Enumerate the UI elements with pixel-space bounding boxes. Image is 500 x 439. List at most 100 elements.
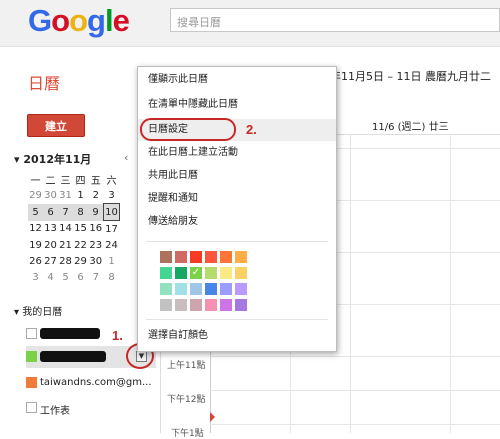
day-cell[interactable]: 27 [43,253,58,269]
color-swatch[interactable] [175,299,187,311]
my-calendars-title: 我的日曆 [22,307,63,318]
color-swatch[interactable] [235,267,247,279]
logo-letter: e [112,3,130,38]
google-logo[interactable]: Google [28,3,130,39]
day-cell[interactable]: 24 [104,237,120,253]
day-cell-today[interactable]: 10 [103,203,120,221]
color-swatch[interactable] [190,283,202,295]
color-swatch-selected[interactable]: ✓ [190,267,202,279]
day-cell[interactable]: 15 [73,221,88,238]
calendar-label: taiwandns.com@gm... [40,377,152,388]
weekday-label: 四 [75,175,86,187]
day-cell[interactable]: 9 [88,203,104,221]
day-cell[interactable]: 30 [88,253,104,269]
day-cell[interactable]: 8 [104,269,120,285]
calendar-checkbox[interactable] [26,402,37,413]
logo-letter: l [104,3,114,38]
mini-calendar-title[interactable]: ▾ 2012年11月 [14,151,91,167]
grid-row-line [210,356,500,357]
day-cell[interactable]: 6 [43,203,58,221]
annotation-circle-2 [140,118,236,141]
grid-row-line [210,424,500,425]
menu-item-custom-color[interactable]: 選擇自訂顏色 [138,325,336,347]
day-cell[interactable]: 21 [58,237,73,253]
menu-divider [146,319,328,320]
week-row: 12 13 14 15 16 17 [28,221,120,238]
annotation-label-1: 1. [112,328,123,343]
day-cell[interactable]: 1 [104,253,120,269]
mini-calendar-month: 2012年11月 [23,153,92,166]
menu-divider [146,241,328,242]
color-swatch[interactable] [190,299,202,311]
calendar-item-2[interactable] [26,349,136,365]
day-cell[interactable]: 14 [58,221,73,238]
color-swatch[interactable] [160,267,172,279]
day-header-label[interactable]: 11/6 (週二) 廿三 [372,118,449,133]
my-calendars-header[interactable]: ▾ 我的日曆 [14,303,62,318]
day-cell[interactable]: 17 [104,221,120,238]
menu-item-reminders[interactable]: 提醒和通知 [138,188,336,210]
color-swatch[interactable] [205,251,217,263]
color-swatch[interactable] [175,251,187,263]
prev-month-icon[interactable]: ‹ [124,151,128,164]
color-swatch[interactable] [160,283,172,295]
day-cell[interactable]: 12 [28,221,43,238]
search-input[interactable]: 搜尋日曆 [170,8,500,32]
weekday-label: 一 [30,175,41,187]
logo-letter: g [87,3,106,38]
calendar-item-3[interactable]: taiwandns.com@gm... [26,375,166,391]
day-cell[interactable]: 16 [88,221,104,238]
day-cell[interactable]: 31 [58,187,73,204]
annotation-label-2: 2. [246,122,257,137]
day-cell[interactable]: 3 [28,269,43,285]
color-swatch[interactable] [235,251,247,263]
day-cell[interactable]: 26 [28,253,43,269]
day-cell[interactable]: 28 [58,253,73,269]
day-cell[interactable]: 30 [43,187,58,204]
day-cell[interactable]: 29 [28,187,43,204]
day-cell[interactable]: 7 [58,203,73,221]
color-swatch[interactable] [160,299,172,311]
menu-item-send-to-friend[interactable]: 傳送給朋友 [138,211,336,233]
calendar-color-swatch[interactable] [26,377,37,388]
menu-item-share-calendar[interactable]: 共用此日曆 [138,165,336,187]
menu-item-display-only[interactable]: 僅顯示此日曆 [138,69,336,91]
day-cell[interactable]: 29 [73,253,88,269]
day-cell[interactable]: 13 [43,221,58,238]
redacted-calendar-name [40,351,106,362]
color-swatch[interactable] [175,267,187,279]
color-swatch[interactable] [175,283,187,295]
day-cell[interactable]: 3 [104,187,120,204]
color-swatch[interactable] [205,299,217,311]
day-cell[interactable]: 20 [43,237,58,253]
day-cell[interactable]: 22 [73,237,88,253]
day-cell[interactable]: 7 [88,269,104,285]
day-cell[interactable]: 1 [73,187,88,204]
day-cell[interactable]: 4 [43,269,58,285]
calendar-item-4[interactable]: 工作表 [26,400,136,417]
color-swatch[interactable] [235,283,247,295]
day-cell[interactable]: 23 [88,237,104,253]
day-cell[interactable]: 6 [73,269,88,285]
day-cell[interactable]: 5 [58,269,73,285]
color-swatch[interactable] [190,251,202,263]
menu-item-create-event[interactable]: 在此日曆上建立活動 [138,142,336,164]
day-cell[interactable]: 8 [73,203,88,221]
color-swatch[interactable] [220,267,232,279]
weekday-label: 二 [45,175,56,187]
color-swatch[interactable] [160,251,172,263]
color-swatch[interactable] [220,299,232,311]
color-swatch[interactable] [205,267,217,279]
color-swatch[interactable] [235,299,247,311]
calendar-checkbox[interactable] [26,328,37,339]
day-cell[interactable]: 2 [88,187,104,204]
color-swatch[interactable] [220,251,232,263]
day-cell[interactable]: 19 [28,237,43,253]
weekday-label: 五 [90,175,101,187]
color-swatch[interactable] [205,283,217,295]
create-button[interactable]: 建立 [27,114,85,137]
menu-item-hide-from-list[interactable]: 在清單中隱藏此日曆 [138,94,336,116]
color-swatch[interactable] [220,283,232,295]
day-cell[interactable]: 5 [28,203,43,221]
calendar-color-swatch[interactable] [26,351,37,362]
